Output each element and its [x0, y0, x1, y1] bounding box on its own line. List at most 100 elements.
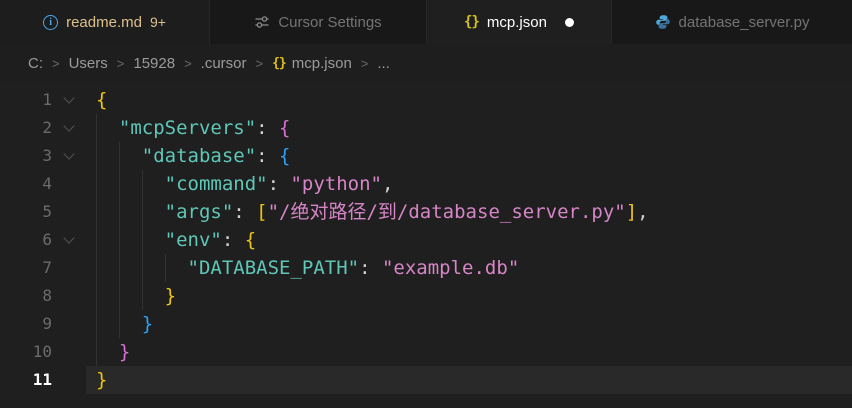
code-token: ] [626, 201, 637, 223]
indent-guide [119, 170, 142, 198]
code-content[interactable]: { [86, 86, 852, 114]
code-token: } [119, 341, 130, 363]
tab-label: Cursor Settings [278, 14, 381, 31]
code-token: } [96, 369, 107, 391]
code-content[interactable]: "DATABASE_PATH": "example.db" [86, 254, 852, 282]
braces-icon: {} [272, 56, 286, 71]
code-line[interactable]: 1{ [0, 86, 852, 114]
code-token: "args" [165, 201, 234, 223]
code-editor[interactable]: 1{2"mcpServers": {3"database": {4"comman… [0, 82, 852, 408]
chevron-right-icon: > [52, 56, 60, 71]
code-token: { [279, 145, 290, 167]
tab-label: mcp.json [487, 14, 547, 31]
tab-label: database_server.py [679, 14, 810, 31]
fold-chevron-icon[interactable] [52, 86, 86, 114]
code-content[interactable]: } [86, 338, 852, 366]
chevron-right-icon: > [256, 56, 264, 71]
code-line[interactable]: 4 "command": "python", [0, 170, 852, 198]
code-token: "mcpServers" [119, 117, 256, 139]
indent-guide [96, 338, 119, 366]
code-content[interactable]: "env": { [86, 226, 852, 254]
indent-guide [142, 226, 165, 254]
indent-guide [142, 254, 165, 282]
code-token: : [268, 173, 291, 195]
code-line[interactable]: 9} [0, 310, 852, 338]
code-content[interactable]: "command": "python", [86, 170, 852, 198]
indent-guide [119, 142, 142, 170]
fold-spacer [52, 338, 86, 366]
indent-guide [96, 254, 119, 282]
line-number: 1 [0, 86, 52, 114]
sliders-icon [254, 14, 270, 30]
tab-readme[interactable]: ireadme.md9+ [0, 0, 210, 44]
breadcrumb-item[interactable]: 15928 [133, 55, 175, 72]
code-content[interactable]: } [86, 366, 852, 394]
indent-guide [119, 310, 142, 338]
tab-cursor-settings[interactable]: Cursor Settings [210, 0, 427, 44]
tab-mcp-json[interactable]: {} mcp.json [427, 0, 612, 44]
breadcrumb-item[interactable]: ... [377, 55, 390, 72]
breadcrumb: C:>Users>15928>.cursor>{}mcp.json>... [0, 44, 852, 82]
editor-window: ireadme.md9+Cursor Settings{}mcp.jsondat… [0, 0, 852, 408]
code-token: : [256, 117, 279, 139]
code-line[interactable]: 7 "DATABASE_PATH": "example.db" [0, 254, 852, 282]
code-token: "env" [165, 229, 222, 251]
modified-indicator-icon[interactable] [565, 18, 574, 27]
tab-bar: ireadme.md9+Cursor Settings{}mcp.jsondat… [0, 0, 852, 44]
code-token: : [359, 257, 382, 279]
info-icon: i [43, 15, 58, 30]
code-token: : [222, 229, 245, 251]
code-content[interactable]: "mcpServers": { [86, 114, 852, 142]
breadcrumb-item[interactable]: mcp.json [292, 55, 352, 72]
fold-chevron-icon[interactable] [52, 114, 86, 142]
fold-chevron-icon[interactable] [52, 142, 86, 170]
code-token: "command" [165, 173, 268, 195]
breadcrumb-item[interactable]: .cursor [201, 55, 247, 72]
indent-guide [119, 198, 142, 226]
chevron-right-icon: > [184, 56, 192, 71]
indent-guide [96, 310, 119, 338]
code-token: "/绝对路径/到/database_server.py" [268, 201, 626, 223]
line-number: 4 [0, 170, 52, 198]
tab-label: readme.md [66, 14, 142, 31]
code-line[interactable]: 6 "env": { [0, 226, 852, 254]
indent-guide [119, 254, 142, 282]
breadcrumb-item[interactable]: Users [69, 55, 108, 72]
code-token: { [245, 229, 256, 251]
line-number: 6 [0, 226, 52, 254]
line-number: 10 [0, 338, 52, 366]
code-content[interactable]: } [86, 282, 852, 310]
code-token: } [165, 285, 176, 307]
breadcrumb-item[interactable]: C: [28, 55, 43, 72]
code-line[interactable]: 10} [0, 338, 852, 366]
code-token: { [96, 89, 107, 111]
line-number: 9 [0, 310, 52, 338]
code-content[interactable]: "database": { [86, 142, 852, 170]
code-line[interactable]: 8} [0, 282, 852, 310]
fold-spacer [52, 282, 86, 310]
chevron-right-icon: > [117, 56, 125, 71]
code-token: [ [256, 201, 267, 223]
tab-database-server[interactable]: database_server.py [612, 0, 852, 44]
code-line[interactable]: 3 "database": { [0, 142, 852, 170]
fold-chevron-icon[interactable] [52, 226, 86, 254]
indent-guide [142, 170, 165, 198]
code-content[interactable]: } [86, 310, 852, 338]
indent-guide [96, 198, 119, 226]
code-token: : [233, 201, 256, 223]
code-line[interactable]: 11} [0, 366, 852, 394]
code-token: "database" [142, 145, 256, 167]
line-number: 3 [0, 142, 52, 170]
line-number: 7 [0, 254, 52, 282]
python-icon [655, 14, 671, 30]
indent-guide [96, 114, 119, 142]
fold-spacer [52, 310, 86, 338]
code-content[interactable]: "args": ["/绝对路径/到/database_server.py"], [86, 198, 852, 226]
code-token: , [382, 173, 393, 195]
code-line[interactable]: 2"mcpServers": { [0, 114, 852, 142]
indent-guide [142, 282, 165, 310]
fold-spacer [52, 366, 86, 394]
braces-icon: {} [464, 14, 479, 30]
code-token: "python" [290, 173, 382, 195]
code-line[interactable]: 5"args": ["/绝对路径/到/database_server.py"], [0, 198, 852, 226]
